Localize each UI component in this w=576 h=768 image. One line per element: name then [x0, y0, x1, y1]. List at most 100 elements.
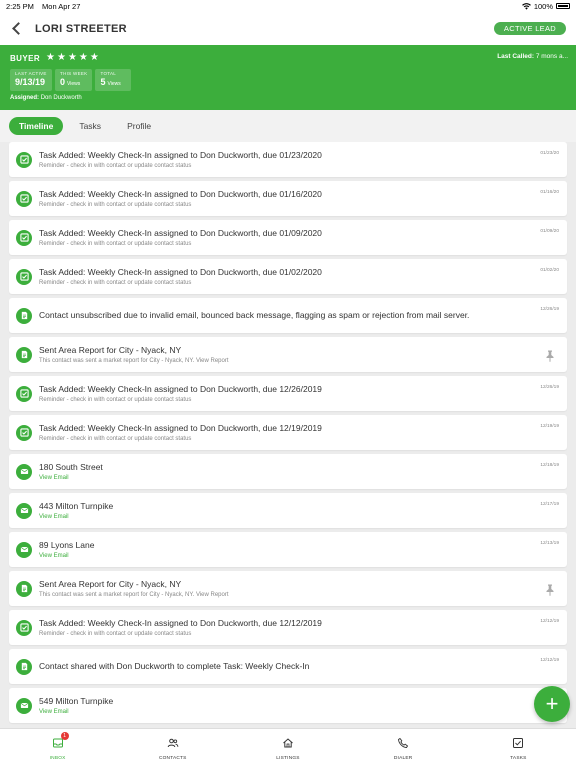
task-check-icon — [16, 268, 32, 285]
status-time: 2:25 PM — [6, 1, 34, 11]
timeline-item[interactable]: Task Added: Weekly Check-In assigned to … — [9, 415, 567, 450]
timeline-item[interactable]: 180 South Street View Email 12/18/19 — [9, 454, 567, 489]
star-icon[interactable]: ★ — [57, 53, 66, 63]
timeline-item-date: 01/23/20 — [540, 151, 559, 156]
assigned-value: Don Duckworth — [40, 95, 82, 101]
phone-icon — [397, 736, 409, 754]
timeline-item-title: Sent Area Report for City - Nyack, NY — [39, 578, 182, 589]
report-document-icon — [16, 580, 32, 597]
timeline-item-subtitle: Reminder - check in with contact or upda… — [39, 631, 192, 638]
section-tabs: Timeline Tasks Profile — [0, 110, 576, 142]
timeline-item[interactable]: 549 Milton Turnpike View Email — [9, 688, 567, 723]
stat-total: TOTAL 5 Views — [95, 69, 132, 91]
timeline-item[interactable]: Task Added: Weekly Check-In assigned to … — [9, 610, 567, 645]
timeline-item-title: Task Added: Weekly Check-In assigned to … — [39, 422, 322, 433]
timeline-item[interactable]: 443 Milton Turnpike View Email 12/17/19 — [9, 493, 567, 528]
battery-icon — [556, 3, 570, 9]
timeline-item-subtitle: Reminder - check in with contact or upda… — [39, 436, 192, 443]
tab-profile[interactable]: Profile — [117, 117, 161, 135]
task-check-icon — [16, 190, 32, 207]
lead-status-badge[interactable]: ACTIVE LEAD — [493, 22, 566, 35]
tabbar-item-tasks[interactable]: TASKS — [488, 736, 548, 761]
tabbar-item-label: LISTINGS — [276, 756, 300, 761]
back-chevron-icon[interactable] — [12, 22, 25, 35]
timeline-item[interactable]: Contact unsubscribed due to invalid emai… — [9, 298, 567, 333]
assigned-label: Assigned: — [10, 95, 40, 101]
timeline-item-title: Task Added: Weekly Check-In assigned to … — [39, 617, 322, 628]
timeline-item[interactable]: Task Added: Weekly Check-In assigned to … — [9, 376, 567, 411]
nav-bar: LORI STREETER ACTIVE LEAD — [0, 12, 576, 45]
timeline-item-date: 12/19/19 — [540, 424, 559, 429]
timeline-item-title: Task Added: Weekly Check-In assigned to … — [39, 227, 322, 238]
timeline-item-date: 12/26/19 — [540, 385, 559, 390]
bottom-tab-bar: 1 INBOX CONTACTS LISTINGS DIALER TASKS — [0, 728, 576, 768]
stat-value: 0 Views — [60, 77, 81, 87]
timeline-item-subtitle: Reminder - check in with contact or upda… — [39, 397, 192, 404]
timeline-item-date: 12/13/19 — [540, 541, 559, 546]
timeline-item-title: Contact shared with Don Duckworth to com… — [39, 661, 310, 672]
timeline-list: Task Added: Weekly Check-In assigned to … — [0, 142, 576, 725]
stat-title: TOTAL — [100, 71, 117, 76]
timeline-item-subtitle: This contact was sent a market report fo… — [39, 358, 229, 365]
tab-timeline[interactable]: Timeline — [9, 117, 64, 135]
timeline-item-date: 12/12/19 — [540, 619, 559, 624]
add-button[interactable]: + — [534, 686, 570, 722]
contact-role: BUYER — [10, 53, 41, 63]
status-bar: 2:25 PM Mon Apr 27 100% — [0, 0, 576, 12]
timeline-item-title: Contact unsubscribed due to invalid emai… — [39, 310, 470, 321]
timeline-item-subtitle: Reminder - check in with contact or upda… — [39, 202, 192, 209]
assigned-agent: Assigned: Don Duckworth — [10, 95, 566, 101]
pin-icon[interactable] — [545, 349, 555, 362]
task-check-icon — [16, 619, 32, 636]
tab-tasks[interactable]: Tasks — [69, 117, 111, 135]
pin-icon[interactable] — [545, 583, 555, 596]
view-email-link[interactable]: View Email — [39, 475, 527, 481]
view-email-link[interactable]: View Email — [39, 553, 527, 559]
timeline-item-date: 01/09/20 — [540, 229, 559, 234]
star-icon[interactable]: ★ — [79, 53, 88, 63]
stat-value: 5 Views — [100, 77, 121, 87]
timeline-item-date: 12/17/19 — [540, 502, 559, 507]
battery-percent: 100% — [533, 1, 553, 11]
tabbar-item-inbox[interactable]: 1 INBOX — [28, 732, 88, 761]
timeline-item-title: 180 South Street — [39, 461, 103, 472]
rating-stars[interactable]: ★ ★ ★ ★ ★ — [46, 53, 99, 63]
timeline-item[interactable]: Task Added: Weekly Check-In assigned to … — [9, 181, 567, 216]
email-icon — [16, 697, 32, 714]
stat-value: 9/13/19 — [15, 77, 46, 87]
view-email-link[interactable]: View Email — [39, 514, 527, 520]
task-check-icon — [16, 229, 32, 246]
email-icon — [16, 463, 32, 480]
timeline-item-title: 443 Milton Turnpike — [39, 500, 114, 511]
status-right: 100% — [521, 1, 570, 11]
timeline-item[interactable]: Task Added: Weekly Check-In assigned to … — [9, 220, 567, 255]
tabbar-item-dialer[interactable]: DIALER — [373, 736, 433, 761]
contacts-icon — [167, 736, 179, 754]
star-icon[interactable]: ★ — [68, 53, 77, 63]
timeline-item[interactable]: 89 Lyons Lane View Email 12/13/19 — [9, 532, 567, 567]
view-email-link[interactable]: View Email — [39, 709, 527, 715]
timeline-item[interactable]: Sent Area Report for City - Nyack, NY Thi… — [9, 337, 567, 372]
task-check-icon — [16, 385, 32, 402]
stat-title: LAST ACTIVE — [15, 71, 47, 76]
stat-this-week: THIS WEEK 0 Views — [55, 69, 93, 91]
timeline-item-title: 549 Milton Turnpike — [39, 695, 114, 706]
tabbar-item-contacts[interactable]: CONTACTS — [143, 736, 203, 761]
stat-last-active: LAST ACTIVE 9/13/19 — [10, 69, 53, 91]
timeline-item[interactable]: Task Added: Weekly Check-In assigned to … — [9, 142, 567, 177]
tabbar-item-listings[interactable]: LISTINGS — [258, 736, 318, 761]
timeline-item[interactable]: Contact shared with Don Duckworth to com… — [9, 649, 567, 684]
timeline-item-title: Task Added: Weekly Check-In assigned to … — [39, 149, 322, 160]
timeline-item-date: 12/18/19 — [540, 463, 559, 468]
note-icon — [16, 307, 32, 324]
timeline-item[interactable]: Sent Area Report for City - Nyack, NY Thi… — [9, 571, 567, 606]
timeline-item[interactable]: Task Added: Weekly Check-In assigned to … — [9, 259, 567, 294]
star-icon[interactable]: ★ — [46, 53, 55, 63]
task-check-icon — [16, 151, 32, 168]
timeline-item-title: Task Added: Weekly Check-In assigned to … — [39, 383, 322, 394]
timeline-item-subtitle: Reminder - check in with contact or upda… — [39, 241, 192, 248]
status-date: Mon Apr 27 — [42, 1, 81, 11]
tasks-icon — [512, 736, 524, 754]
note-icon — [16, 658, 32, 675]
star-icon[interactable]: ★ — [90, 53, 99, 63]
